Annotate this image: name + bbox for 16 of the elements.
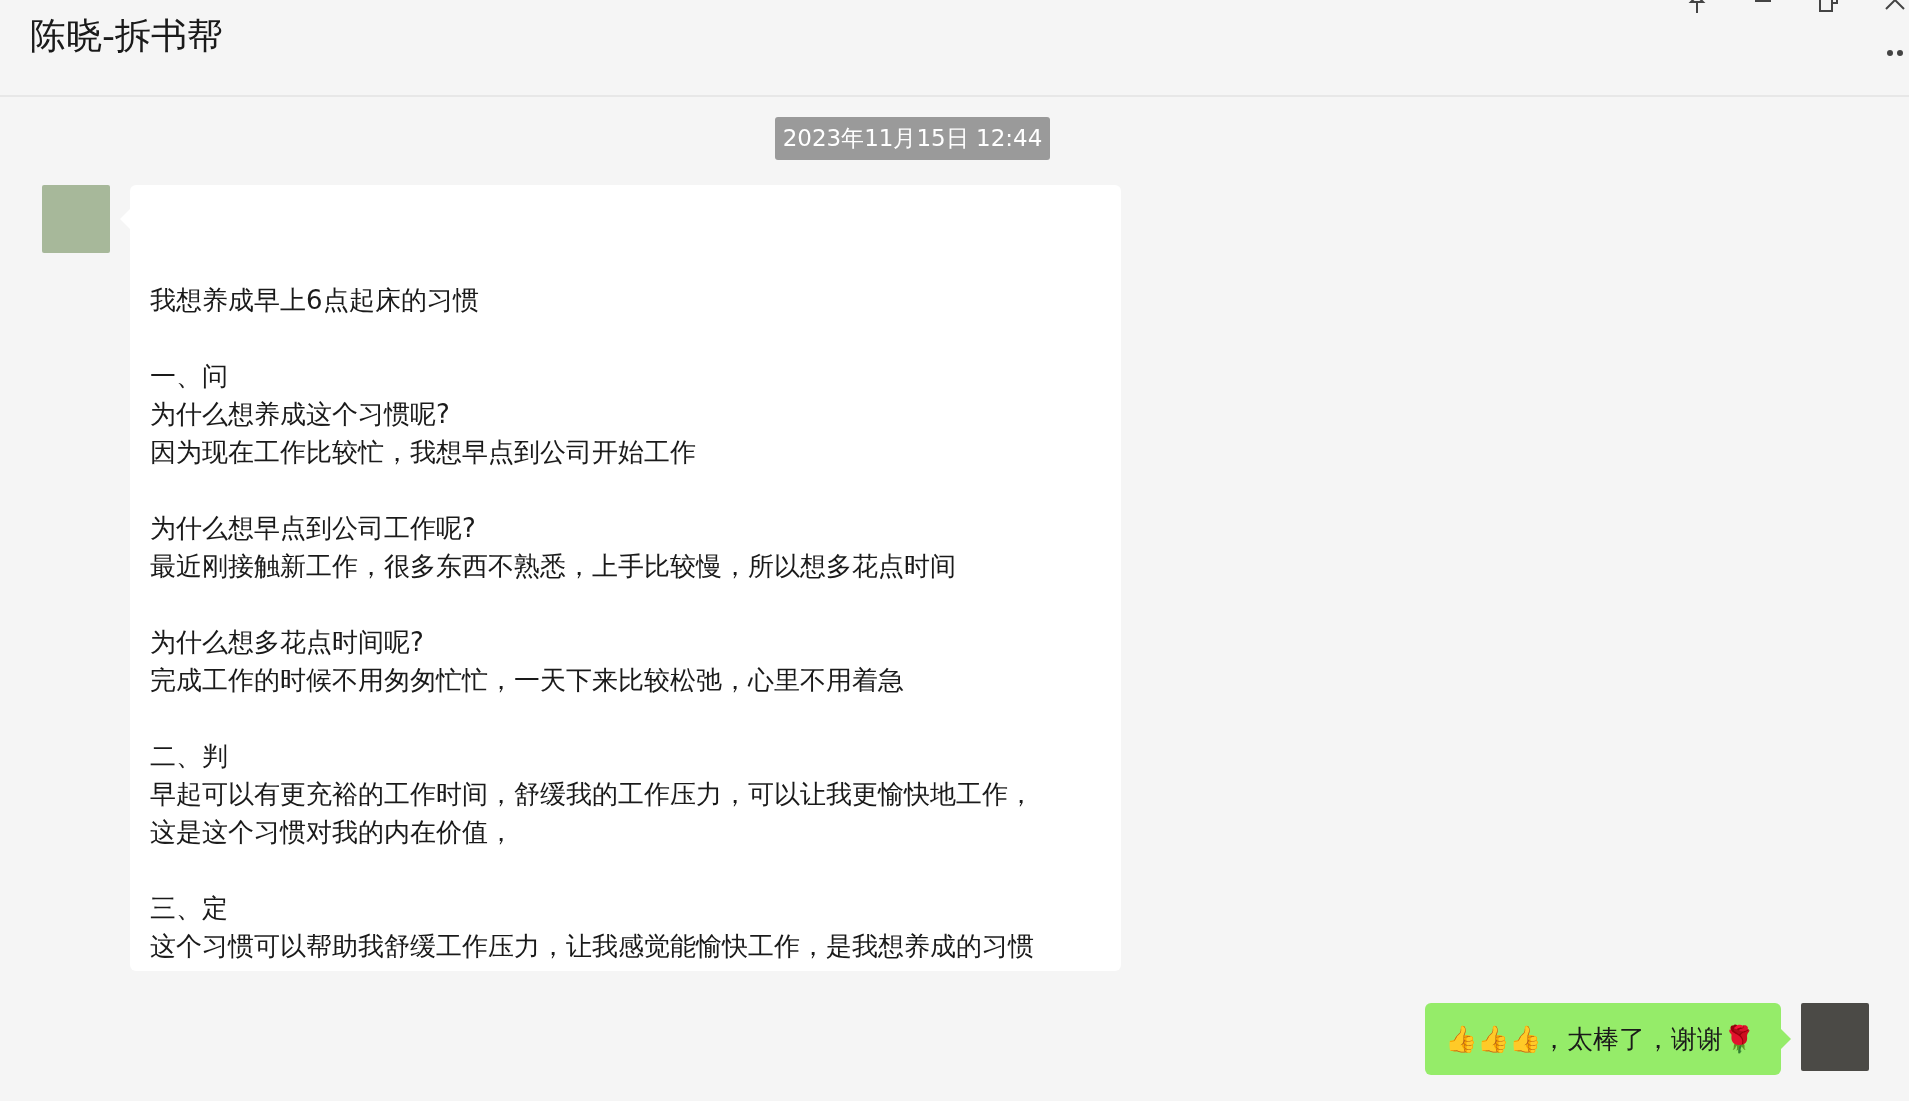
message-text: 👍👍👍，太棒了，谢谢🌹 <box>1445 1023 1755 1056</box>
message-text: 早起可以有更充裕的工作时间，舒缓我的工作压力，可以让我更愉快地工作， <box>150 778 1035 811</box>
message-text: 最近刚接触新工作，很多东西不熟悉，上手比较慢，所以想多花点时间 <box>150 550 957 583</box>
timestamp: 2023年11月15日 12:44 <box>774 117 1051 160</box>
message-text: 这是这个习惯对我的内在价值， <box>150 816 515 849</box>
message-text: 因为现在工作比较忙，我想早点到公司开始工作 <box>150 436 697 469</box>
message-text: 一、问 <box>150 360 229 393</box>
message-text: 我想养成早上6点起床的习惯 <box>150 284 480 317</box>
message-text: 二、判 <box>150 740 229 773</box>
message-text: 这个习惯可以帮助我舒缓工作压力，让我感觉能愉快工作，是我想养成的习惯 <box>150 930 1035 963</box>
window-title: 陈晓-拆书帮 <box>29 14 223 58</box>
message-text: 为什么想多花点时间呢? <box>150 626 425 659</box>
message-text: 为什么想养成这个习惯呢? <box>150 398 451 431</box>
message-text: 为什么想早点到公司工作呢? <box>150 512 477 545</box>
message-text: 完成工作的时候不用匆匆忙忙，一天下来比较松弛，心里不用着急 <box>150 664 905 697</box>
message-text: 三、定 <box>150 892 229 925</box>
